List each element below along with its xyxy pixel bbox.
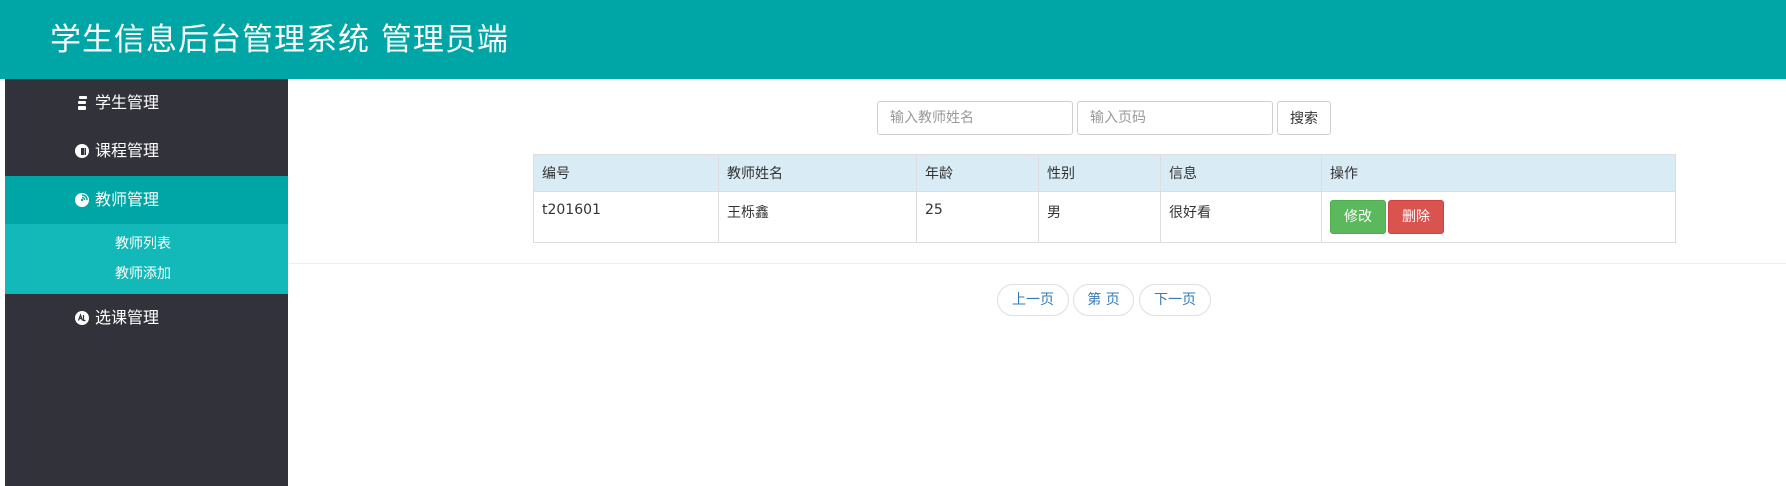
top-header: 学生信息后台管理系统 管理员端 [0,0,1786,79]
sidebar-item-course[interactable]: 课程管理 [5,127,288,175]
teacher-table: 编号 教师姓名 年龄 性别 信息 操作 t201601 王栎鑫 25 男 很好看… [533,154,1676,243]
column-header-name: 教师姓名 [718,154,917,192]
search-button[interactable]: 搜索 [1277,101,1331,135]
delete-button[interactable]: 删除 [1388,200,1444,234]
table-row: t201601 王栎鑫 25 男 很好看 修改 删除 [533,191,1676,243]
app-title: 学生信息后台管理系统 管理员端 [50,22,509,58]
course-icon [75,144,89,158]
cell-info: 很好看 [1160,191,1322,243]
column-header-actions: 操作 [1321,154,1676,192]
cell-name: 王栎鑫 [718,191,917,243]
sidebar-item-student[interactable]: 学生管理 [5,79,288,127]
cell-id: t201601 [533,191,719,243]
sidebar-item-selection[interactable]: 选课管理 [5,294,288,342]
teacher-submenu: 教师列表 教师添加 [5,224,288,294]
teacher-name-input[interactable] [877,101,1073,135]
sidebar-item-label: 课程管理 [95,141,160,160]
cell-actions: 修改 删除 [1321,191,1676,243]
cell-gender: 男 [1038,191,1161,243]
page-number-input[interactable] [1077,101,1273,135]
teacher-icon [75,193,89,207]
sidebar: 学生管理 课程管理 教师管理 教师列表 教师添加 选课管理 [5,79,288,486]
cell-age: 25 [916,191,1039,243]
column-header-id: 编号 [533,154,719,192]
content-divider [288,263,1786,264]
prev-page-button[interactable]: 上一页 [997,284,1069,316]
sidebar-item-label: 选课管理 [95,308,160,327]
submenu-item-teacher-list[interactable]: 教师列表 [115,233,171,253]
student-icon [78,96,87,110]
current-page-button[interactable]: 第 页 [1073,284,1134,316]
column-header-age: 年龄 [916,154,1039,192]
submenu-item-teacher-add[interactable]: 教师添加 [115,263,171,283]
column-header-info: 信息 [1160,154,1322,192]
table-header-row: 编号 教师姓名 年龄 性别 信息 操作 [533,154,1676,192]
column-header-gender: 性别 [1038,154,1161,192]
sidebar-item-label: 教师管理 [95,190,160,209]
selection-icon [75,311,89,325]
next-page-button[interactable]: 下一页 [1139,284,1211,316]
edit-button[interactable]: 修改 [1330,200,1386,234]
sidebar-item-teacher[interactable]: 教师管理 [5,176,288,224]
sidebar-item-label: 学生管理 [95,93,160,112]
